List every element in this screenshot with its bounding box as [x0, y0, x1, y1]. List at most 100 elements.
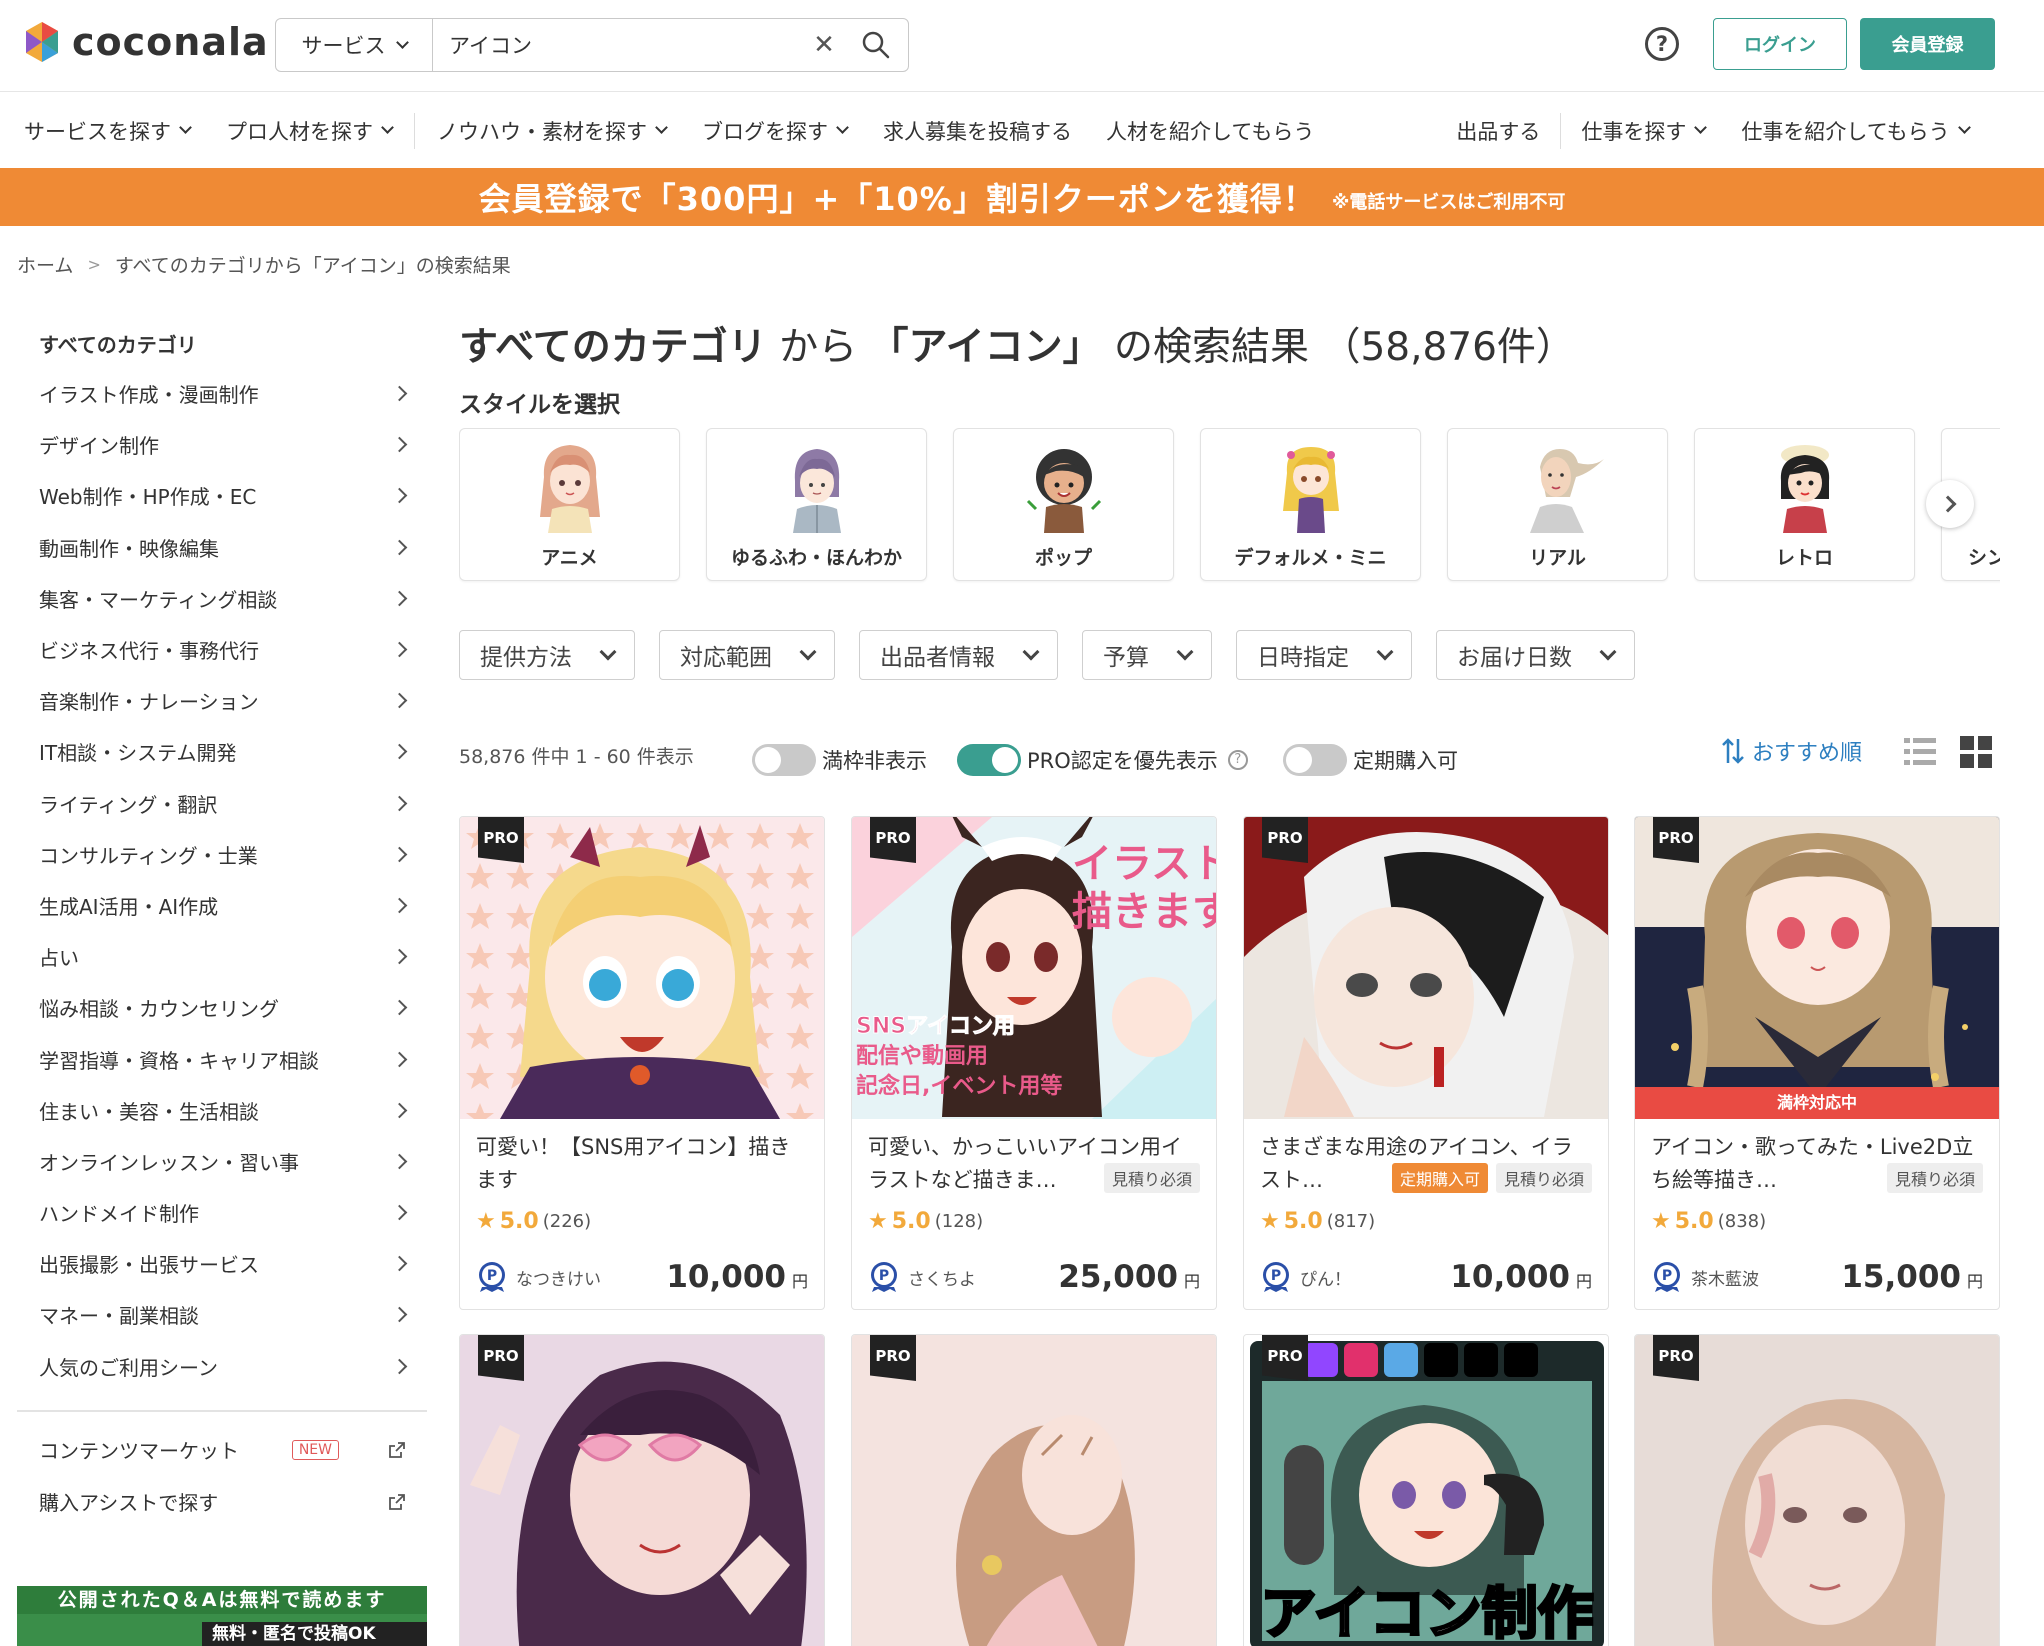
sidebar-category-item[interactable]: 住まい・美容・生活相談 [17, 1085, 427, 1136]
service-card[interactable]: PRO [1634, 1334, 2000, 1646]
rating-value: 5.0 [891, 1209, 931, 1234]
service-card[interactable]: PRO 可愛い！【SNS用アイコン】描きます ★ 5.0 (226) P なつき… [459, 816, 825, 1310]
sort-selector[interactable]: おすすめ順 [1722, 735, 1862, 767]
service-card[interactable]: PRO [459, 1334, 825, 1646]
grid-view-icon[interactable] [1960, 736, 1992, 768]
sidebar-category-item[interactable]: マネー・副業相談 [17, 1289, 427, 1340]
filter-coverage[interactable]: 対応範囲 [659, 630, 835, 680]
toggle-subscription[interactable]: 定期購入可 [1283, 744, 1458, 776]
question-icon[interactable]: ? [1227, 750, 1248, 770]
sidebar-category-item[interactable]: ビジネス代行・事務代行 [17, 624, 427, 675]
style-card-yurufuwa[interactable]: ゆるふわ・ほんわか [706, 428, 927, 581]
help-icon[interactable]: ? [1645, 27, 1679, 61]
search-category-select[interactable]: サービス [276, 19, 433, 71]
nav-find-services[interactable]: サービスを探す [24, 116, 192, 146]
sidebar-category-item[interactable]: Web制作・HP作成・EC [17, 470, 427, 521]
search-input[interactable] [433, 19, 804, 71]
service-card[interactable]: PRO 満枠対応中 アイコン・歌ってみた・Live2D立ち絵等描き… 見積り必須… [1634, 816, 2000, 1310]
nav-find-knowhow[interactable]: ノウハウ・素材を探す [437, 116, 668, 146]
style-card-anime[interactable]: アニメ [459, 428, 680, 581]
filter-delivery-method[interactable]: 提供方法 [459, 630, 635, 680]
nav-post-job[interactable]: 求人募集を投稿する [883, 116, 1072, 146]
sidebar-purchase-assist[interactable]: 購入アシストで探す [17, 1476, 427, 1528]
sidebar-category-item[interactable]: コンサルティング・士業 [17, 829, 427, 880]
nav-sell[interactable]: 出品する [1456, 116, 1540, 146]
sidebar-category-item[interactable]: オンラインレッスン・習い事 [17, 1136, 427, 1187]
seller[interactable]: P なつきけい [476, 1261, 601, 1293]
chevron-down-icon [836, 121, 849, 134]
nav-find-jobs[interactable]: 仕事を探す [1581, 116, 1708, 146]
style-card-deformed[interactable]: デフォルメ・ミニ [1200, 428, 1421, 581]
card-thumbnail[interactable]: PRO 満枠対応中 [1635, 817, 1999, 1119]
seller[interactable]: P 茶木藍波 [1651, 1261, 1759, 1293]
banner-main-text: 会員登録で「300円」+「10%」割引クーポンを獲得！ [478, 180, 1316, 218]
sidebar-category-item[interactable]: 動画制作・映像編集 [17, 522, 427, 573]
card-thumbnail[interactable]: PRO [460, 1335, 824, 1646]
sidebar-category-item[interactable]: ライティング・翻訳 [17, 778, 427, 829]
sidebar-category-item[interactable]: 出張撮影・出張サービス [17, 1238, 427, 1289]
toggle-switch[interactable] [1283, 744, 1347, 776]
price-value: 10,000 [666, 1259, 786, 1295]
sidebar-category-item[interactable]: 人気のご利用シーン [17, 1341, 427, 1392]
search-button[interactable] [844, 30, 908, 60]
title-count: （58,876件） [1321, 325, 1575, 370]
card-thumbnail[interactable]: イラスト 描きます SNSアイコン用 配信や動画用 記念日,イベント用等 PRO [852, 817, 1216, 1119]
nav-talent-referral[interactable]: 人材を紹介してもらう [1106, 116, 1314, 146]
style-card-real[interactable]: リアル [1447, 428, 1668, 581]
toggle-pro-first[interactable]: PRO認定を優先表示 ? [957, 744, 1248, 776]
svg-text:P: P [1271, 1268, 1281, 1284]
nav-job-referral[interactable]: 仕事を紹介してもらう [1741, 116, 1971, 146]
chevron-right-icon [391, 590, 408, 607]
breadcrumb-current: すべてのカテゴリから「アイコン」の検索結果 [114, 255, 511, 277]
card-title[interactable]: 可愛い！【SNS用アイコン】描きます [476, 1131, 808, 1197]
clear-icon[interactable]: ✕ [804, 30, 844, 60]
sidebar-category-item[interactable]: 占い [17, 931, 427, 982]
list-view-icon[interactable] [1904, 736, 1936, 768]
sidebar-category-item[interactable]: 学習指導・資格・キャリア相談 [17, 1033, 427, 1084]
sidebar-category-item[interactable]: 集客・マーケティング相談 [17, 573, 427, 624]
sidebar-content-market[interactable]: コンテンツマーケット NEW [17, 1424, 427, 1476]
sidebar-category-item[interactable]: 悩み相談・カウンセリング [17, 982, 427, 1033]
sidebar-category-item[interactable]: イラスト作成・漫画制作 [17, 368, 427, 419]
card-illustration [460, 817, 824, 1119]
filter-budget[interactable]: 予算 [1082, 630, 1212, 680]
sidebar-category-label: Web制作・HP作成・EC [39, 485, 257, 510]
coconala-logo[interactable]: coconala [22, 20, 269, 64]
card-thumbnail[interactable]: アイコン制作 PRO [1244, 1335, 1608, 1646]
service-card[interactable]: PRO [851, 1334, 1217, 1646]
sidebar-title[interactable]: すべてのカテゴリ [17, 318, 427, 368]
toggle-switch[interactable] [752, 744, 816, 776]
nav-find-pros[interactable]: プロ人材を探す [226, 116, 394, 146]
card-thumbnail[interactable]: PRO [1635, 1335, 1999, 1646]
breadcrumb-home[interactable]: ホーム [17, 251, 73, 278]
style-card-retro[interactable]: レトロ [1694, 428, 1915, 581]
sidebar-category-item[interactable]: ハンドメイド制作 [17, 1187, 427, 1238]
filter-label: 予算 [1103, 645, 1149, 671]
service-card[interactable]: イラスト 描きます SNSアイコン用 配信や動画用 記念日,イベント用等 PRO… [851, 816, 1217, 1310]
seller[interactable]: P さくちよ [868, 1261, 976, 1293]
style-card-pop[interactable]: ポップ [953, 428, 1174, 581]
card-thumbnail[interactable]: PRO [852, 1335, 1216, 1646]
toggle-switch[interactable] [957, 744, 1021, 776]
filter-seller-info[interactable]: 出品者情報 [859, 630, 1058, 680]
signup-button[interactable]: 会員登録 [1860, 18, 1995, 70]
toggle-hide-full[interactable]: 満枠非表示 [752, 744, 927, 776]
seller[interactable]: P ぴん！ [1260, 1261, 1351, 1293]
carousel-next-button[interactable] [1926, 480, 1974, 528]
signup-promo-banner[interactable]: 会員登録で「300円」+「10%」割引クーポンを獲得！ ※電話サービスはご利用不… [0, 168, 2044, 226]
card-thumbnail[interactable]: PRO [460, 817, 824, 1119]
chevron-right-icon [391, 1204, 408, 1221]
qa-ad-banner[interactable]: 公開されたQ＆Aは無料で読めます 無料・匿名で投稿OK [17, 1586, 427, 1646]
sidebar-category-item[interactable]: IT相談・システム開発 [17, 726, 427, 777]
service-card[interactable]: PRO さまざまな用途のアイコン、イラスト… 定期購入可 見積り必須 ★ 5.0… [1243, 816, 1609, 1310]
filter-datetime[interactable]: 日時指定 [1236, 630, 1412, 680]
sidebar-category-item[interactable]: デザイン制作 [17, 419, 427, 470]
login-button[interactable]: ログイン [1713, 18, 1847, 70]
nav-find-blogs[interactable]: ブログを探す [702, 116, 849, 146]
card-thumbnail[interactable]: PRO [1244, 817, 1608, 1119]
svg-text:配信や動画用: 配信や動画用 [856, 1043, 988, 1069]
sidebar-category-item[interactable]: 音楽制作・ナレーション [17, 675, 427, 726]
sidebar-category-item[interactable]: 生成AI活用・AI作成 [17, 880, 427, 931]
filter-delivery-days[interactable]: お届け日数 [1436, 630, 1635, 680]
service-card[interactable]: アイコン制作 PRO [1243, 1334, 1609, 1646]
